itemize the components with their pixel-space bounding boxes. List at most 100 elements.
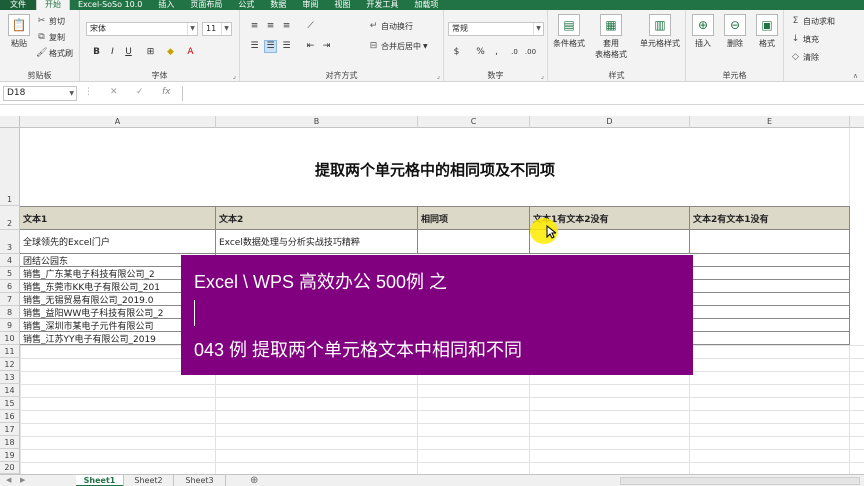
row-header[interactable]: 5 [0,267,20,280]
cell-e5[interactable] [690,267,850,280]
row-header[interactable]: 2 [0,206,20,230]
row-header[interactable]: 9 [0,319,20,332]
tab-file[interactable]: 文件 [0,0,36,10]
collapse-ribbon-icon[interactable]: ∧ [853,72,858,80]
scroll-left-icon[interactable]: ◀ [6,476,11,484]
increase-decimal-icon[interactable]: .0 [508,46,521,59]
font-size-combo[interactable]: 11 ▼ [202,22,232,36]
align-left-icon[interactable]: ☰ [248,40,261,53]
chevron-down-icon[interactable]: ▼ [533,23,543,35]
chevron-down-icon[interactable]: ▼ [69,87,74,100]
tab-view[interactable]: 视图 [326,0,358,10]
cell-styles-button[interactable]: ▥ 单元格样式 [636,14,684,49]
sheet-title[interactable]: 提取两个单元格中的相同项及不同项 [20,128,850,206]
chevron-down-icon[interactable]: ▼ [423,43,428,50]
cell-e4[interactable] [690,254,850,267]
row-header[interactable]: 7 [0,293,20,306]
row-header[interactable]: 13 [0,371,20,384]
row-header[interactable]: 6 [0,280,20,293]
format-button[interactable]: ▣ 格式 [750,14,784,49]
launcher-icon[interactable]: ⌟ [437,72,440,80]
align-center-icon[interactable]: ☰ [264,40,277,53]
format-as-table-button[interactable]: ▦ 套用 表格格式 [594,14,628,60]
sheet-tab-3[interactable]: Sheet3 [174,475,226,486]
paste-button[interactable]: 📋 粘贴 [2,14,36,49]
cell-b3[interactable]: Excel数据处理与分析实战技巧精粹 [216,230,418,254]
cancel-icon[interactable]: ✕ [110,87,118,97]
column-header-f[interactable] [850,116,864,128]
row-header[interactable]: 20 [0,462,20,474]
tab-insert[interactable]: 插入 [150,0,182,10]
cell-e6[interactable] [690,280,850,293]
fill-button[interactable]: ↓ 填充 [790,34,819,45]
launcher-icon[interactable]: ⌟ [233,72,236,80]
row-header[interactable]: 16 [0,410,20,423]
number-format-combo[interactable]: 常规 ▼ [448,22,544,36]
column-header-b[interactable]: B [216,116,418,128]
chevron-down-icon[interactable]: ▼ [187,23,197,35]
cell-e3[interactable] [690,230,850,254]
tab-data[interactable]: 数据 [262,0,294,10]
cut-button[interactable]: ✂ 剪切 [36,16,65,27]
currency-icon[interactable]: $ [450,46,463,59]
tab-home[interactable]: 开始 [36,0,70,10]
tab-formulas[interactable]: 公式 [230,0,262,10]
insert-function-button[interactable]: fx [162,87,171,97]
underline-button[interactable]: U [122,46,135,59]
column-header-e[interactable]: E [690,116,850,128]
column-header-d[interactable]: D [530,116,690,128]
cell-e10[interactable] [690,332,850,345]
decrease-decimal-icon[interactable]: .00 [524,46,537,59]
column-header-a[interactable]: A [20,116,216,128]
percent-button[interactable]: % [474,46,487,59]
cell-e8[interactable] [690,306,850,319]
header-cell-text2[interactable]: 文本2 [216,206,418,230]
autosum-button[interactable]: Σ 自动求和 [790,16,835,27]
font-color-icon[interactable]: A [184,46,197,59]
row-header[interactable]: 11 [0,345,20,358]
copy-button[interactable]: ⧉ 复制 [36,32,65,43]
wrap-text-button[interactable]: ↵ 自动换行 [368,21,413,32]
border-icon[interactable]: ⊞ [144,46,157,59]
align-middle-icon[interactable]: ≡ [264,20,277,33]
comma-button[interactable]: , [490,46,503,59]
fill-color-icon[interactable]: ◆ [164,46,177,59]
row-header[interactable]: 8 [0,306,20,319]
clear-button[interactable]: ◇ 清除 [790,52,819,63]
column-header-c[interactable]: C [418,116,530,128]
cell-a3[interactable]: 全球领先的Excel门户 [20,230,216,254]
scroll-right-icon[interactable]: ▶ [20,476,25,484]
row-header[interactable]: 12 [0,358,20,371]
horizontal-scrollbar[interactable] [620,477,860,485]
select-all-corner[interactable] [0,116,20,128]
orientation-icon[interactable]: ⟋ [304,20,317,33]
sheet-tab-2[interactable]: Sheet2 [124,475,174,486]
cell-e9[interactable] [690,319,850,332]
row-header[interactable]: 3 [0,230,20,254]
row-header[interactable]: 17 [0,423,20,436]
tab-review[interactable]: 审阅 [294,0,326,10]
indent-increase-icon[interactable]: ⇥ [320,40,333,53]
tab-excel-soso[interactable]: Excel-SoSo 10.0 [70,0,150,10]
cell-e7[interactable] [690,293,850,306]
bold-button[interactable]: B [90,46,103,59]
tab-addins[interactable]: 加载项 [406,0,446,10]
header-cell-same[interactable]: 相同项 [418,206,530,230]
row-header[interactable]: 15 [0,397,20,410]
header-cell-only-text2[interactable]: 文本2有文本1没有 [690,206,850,230]
conditional-format-button[interactable]: ▤ 条件格式 [552,14,586,49]
row-header[interactable]: 19 [0,449,20,462]
italic-button[interactable]: I [106,46,119,59]
header-cell-text1[interactable]: 文本1 [20,206,216,230]
indent-decrease-icon[interactable]: ⇤ [304,40,317,53]
sheet-tab-1[interactable]: Sheet1 [76,475,124,486]
tab-developer[interactable]: 开发工具 [358,0,406,10]
row-header[interactable]: 1 [0,128,20,206]
align-top-icon[interactable]: ≡ [248,20,261,33]
tab-page-layout[interactable]: 页面布局 [182,0,230,10]
add-sheet-icon[interactable]: ⊕ [250,475,258,486]
merge-center-button[interactable]: ⊟ 合并后居中 ▼ [368,41,428,52]
row-header[interactable]: 10 [0,332,20,345]
delete-button[interactable]: ⊖ 删除 [718,14,752,49]
confirm-icon[interactable]: ✓ [136,87,144,97]
